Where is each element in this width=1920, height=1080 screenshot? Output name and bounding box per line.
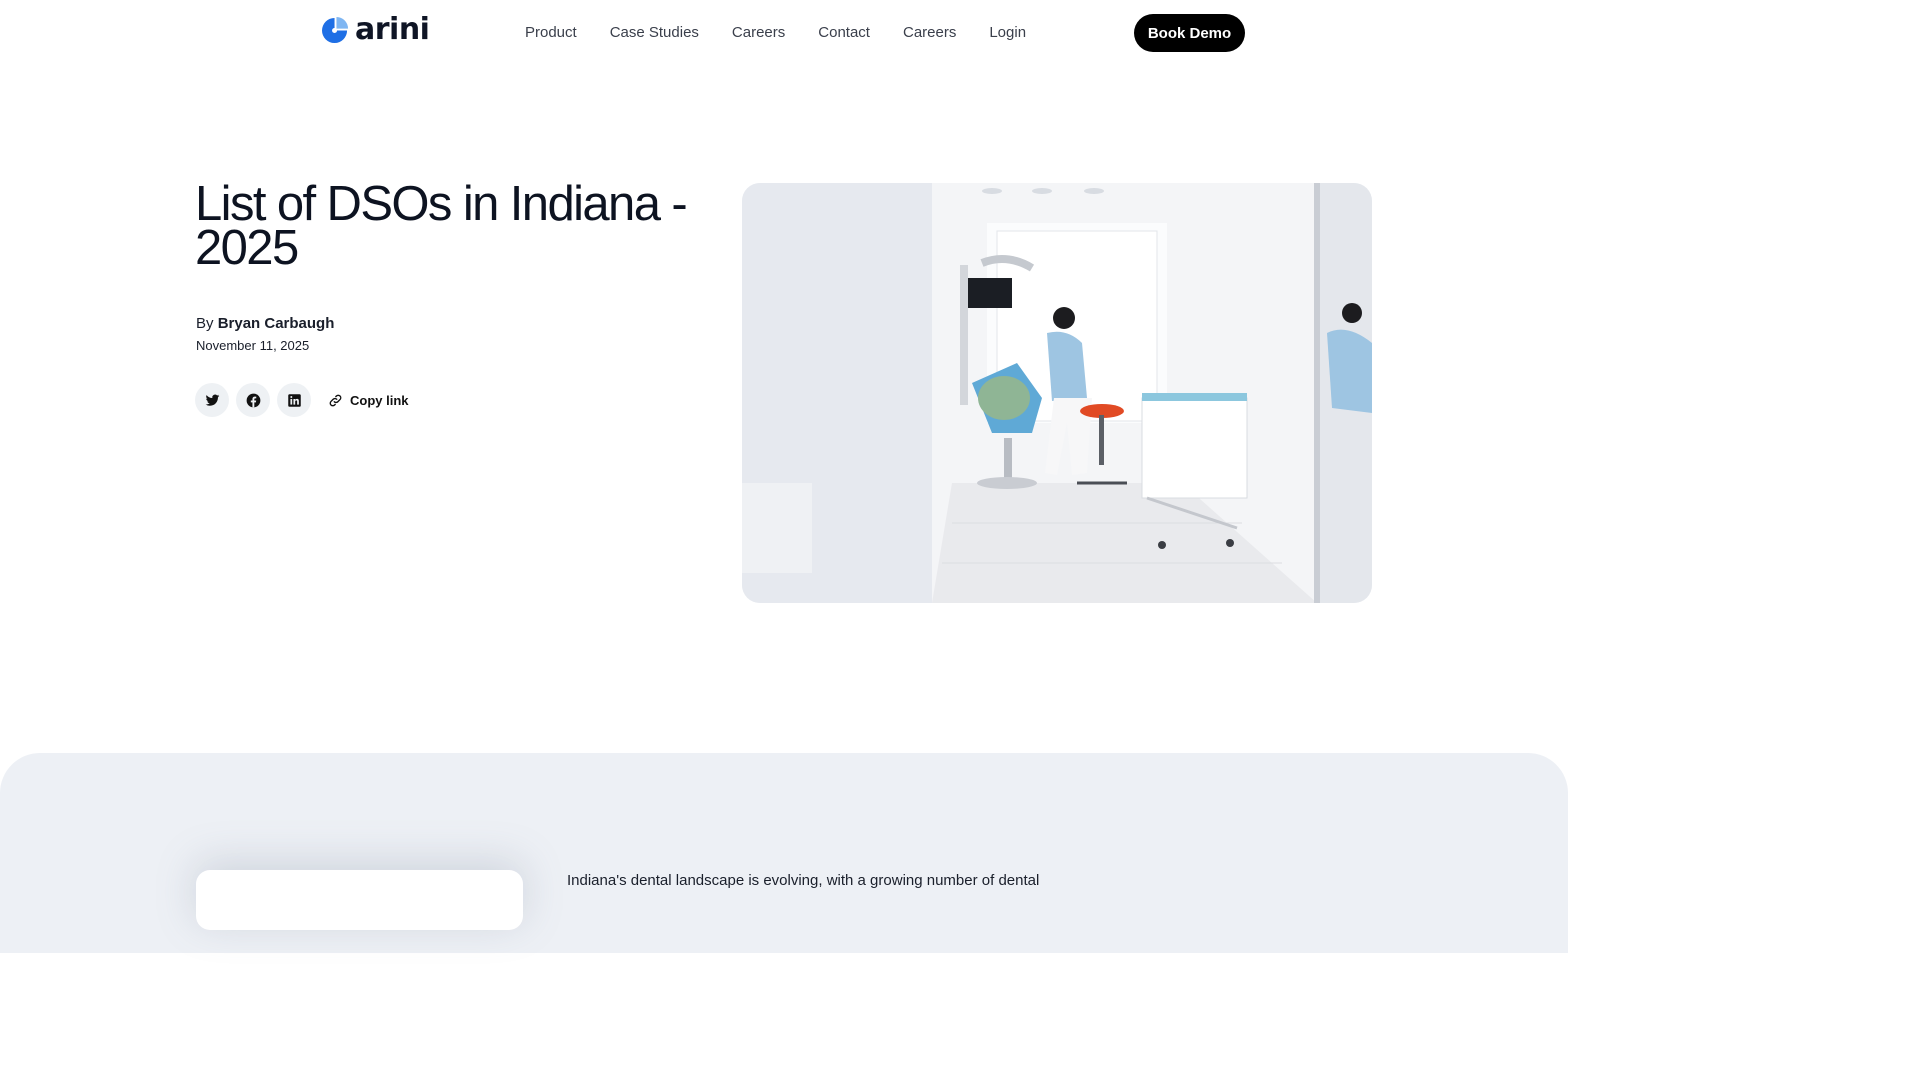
table-of-contents-card [196, 870, 523, 930]
share-linkedin-button[interactable] [277, 383, 311, 417]
copy-link-label: Copy link [350, 392, 409, 408]
nav-login[interactable]: Login [989, 23, 1026, 43]
dental-clinic-illustration [742, 183, 1372, 603]
site-header: arini Product Case Studies Careers Conta… [0, 0, 1568, 66]
linkedin-icon [287, 393, 301, 407]
byline-prefix: By [196, 315, 214, 332]
copy-link-button[interactable]: Copy link [328, 393, 409, 408]
share-twitter-button[interactable] [195, 383, 229, 417]
main-nav: Product Case Studies Careers Contact Car… [525, 23, 1026, 43]
facebook-icon [246, 393, 260, 407]
publish-date: November 11, 2025 [196, 338, 310, 353]
share-facebook-button[interactable] [236, 383, 270, 417]
share-bar: Copy link [195, 383, 409, 417]
arini-logo[interactable]: arini [322, 12, 430, 47]
nav-contact[interactable]: Contact [818, 23, 870, 43]
hero-image [742, 183, 1372, 603]
twitter-icon [205, 394, 219, 406]
article-title: List of DSOs in Indiana - 2025 [195, 177, 688, 275]
nav-careers-2[interactable]: Careers [903, 23, 956, 43]
nav-product[interactable]: Product [525, 23, 577, 43]
nav-careers[interactable]: Careers [732, 23, 785, 43]
link-icon [329, 394, 342, 406]
byline: By Bryan Carbaugh [196, 314, 334, 334]
logo-wordmark: arini [355, 12, 430, 47]
author-name: Bryan Carbaugh [217, 315, 335, 332]
nav-case-studies[interactable]: Case Studies [610, 23, 699, 43]
arini-logo-icon [322, 16, 349, 43]
book-demo-button[interactable]: Book Demo [1134, 14, 1245, 52]
article-intro-text: Indiana's dental landscape is evolving, … [567, 872, 1040, 889]
